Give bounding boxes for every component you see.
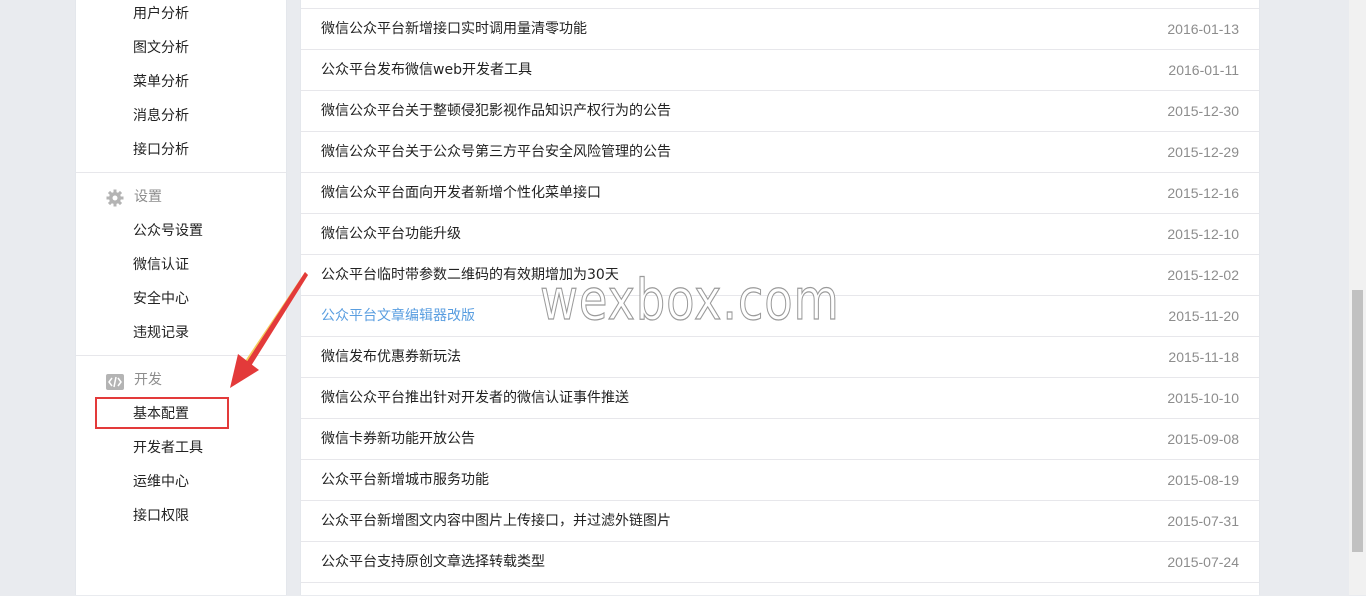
sidebar-item-article-analysis[interactable]: 图文分析 [133,31,189,65]
news-title[interactable]: 微信公众平台关于整顿侵犯影视作品知识产权行为的公告 [321,91,671,131]
sidebar-item-wechat-verification[interactable]: 微信认证 [133,248,189,282]
list-item[interactable]: 微信公众平台关于整顿侵犯影视作品知识产权行为的公告 2015-12-30 [301,90,1259,131]
settings-section-header: 设置 [106,182,162,212]
sidebar-item-ops-center[interactable]: 运维中心 [133,465,189,499]
list-item[interactable]: 微信公众平台推出针对开发者的微信认证事件推送 2015-10-10 [301,377,1259,418]
list-item[interactable]: 公众平台支持原创文章选择转载类型 2015-07-24 [301,541,1259,582]
news-title[interactable]: 公众平台新增图文内容中图片上传接口，并过滤外链图片 [321,501,671,541]
settings-section-title: 设置 [134,189,162,205]
news-title[interactable]: 微信公众平台推出针对开发者的微信认证事件推送 [321,378,629,418]
sidebar-item-violation-records[interactable]: 违规记录 [133,316,189,350]
news-title[interactable]: 公众平台新增城市服务功能 [321,460,489,500]
news-title[interactable]: 公众平台支持原创文章选择转载类型 [321,542,545,582]
news-date: 2015-12-16 [1167,185,1239,201]
list-item[interactable]: 微信公众平台面向开发者新增个性化菜单接口 2015-12-16 [301,172,1259,213]
divider [76,355,286,356]
news-title[interactable]: 微信公众平台面向开发者新增个性化菜单接口 [321,173,601,213]
news-title[interactable]: 微信公众平台新增接口实时调用量清零功能 [321,9,587,49]
news-date: 2015-12-30 [1167,103,1239,119]
news-date: 2015-12-10 [1167,226,1239,242]
sidebar-item-menu-analysis[interactable]: 菜单分析 [133,65,189,99]
sidebar-item-api-analysis[interactable]: 接口分析 [133,133,189,167]
code-icon [106,371,124,390]
sidebar: 用户分析 图文分析 菜单分析 消息分析 接口分析 设置 公众号设置 微信认证 安… [75,0,287,595]
news-title[interactable]: 公众平台文章编辑器改版 [321,296,475,336]
list-item[interactable]: 公众平台新增城市服务功能 2015-08-19 [301,459,1259,500]
divider [76,172,286,173]
news-date: 2015-08-19 [1167,472,1239,488]
news-title[interactable]: 微信卡券新功能开放公告 [321,419,475,459]
news-date: 2015-11-20 [1168,308,1239,324]
list-item[interactable]: 公众平台文章编辑器改版 2015-11-20 [301,295,1259,336]
news-date: 2016-01-13 [1167,21,1239,37]
news-title[interactable]: 微信公众平台功能升级 [321,214,461,254]
list-item[interactable]: 公众平台临时带参数二维码的有效期增加为30天 2015-12-02 [301,254,1259,295]
news-date: 2015-12-29 [1167,144,1239,160]
develop-section-title: 开发 [134,372,162,388]
list-item[interactable]: 微信公众平台新增接口实时调用量清零功能 2016-01-13 [301,8,1259,49]
list-item[interactable]: 微信公众平台功能升级 2015-12-10 [301,213,1259,254]
gear-icon [106,188,124,207]
news-date: 2015-07-24 [1167,554,1239,570]
news-title[interactable]: 微信发布优惠券新玩法 [321,337,461,377]
scrollbar-thumb[interactable] [1352,290,1363,552]
sidebar-item-api-permissions[interactable]: 接口权限 [133,499,189,533]
news-title[interactable]: 公众平台临时带参数二维码的有效期增加为30天 [321,255,619,295]
news-date: 2015-11-18 [1168,349,1239,365]
list-divider [301,582,1259,596]
sidebar-item-developer-tools[interactable]: 开发者工具 [133,431,203,465]
list-item[interactable]: 公众平台发布微信web开发者工具 2016-01-11 [301,49,1259,90]
sidebar-item-account-settings[interactable]: 公众号设置 [133,214,203,248]
list-item[interactable]: 公众平台新增图文内容中图片上传接口，并过滤外链图片 2015-07-31 [301,500,1259,541]
news-list-panel: 微信公众平台新增接口实时调用量清零功能 2016-01-13 公众平台发布微信we… [300,0,1260,595]
sidebar-item-message-analysis[interactable]: 消息分析 [133,99,189,133]
news-date: 2016-01-11 [1168,62,1239,78]
news-date: 2015-12-02 [1167,267,1239,283]
news-date: 2015-07-31 [1167,513,1239,529]
list-item[interactable]: 微信卡券新功能开放公告 2015-09-08 [301,418,1259,459]
sidebar-item-basic-config[interactable]: 基本配置 [133,397,189,431]
list-item[interactable]: 微信公众平台关于公众号第三方平台安全风险管理的公告 2015-12-29 [301,131,1259,172]
news-title[interactable]: 公众平台发布微信web开发者工具 [321,50,532,90]
list-item[interactable]: 微信发布优惠券新玩法 2015-11-18 [301,336,1259,377]
news-title[interactable]: 微信公众平台关于公众号第三方平台安全风险管理的公告 [321,132,671,172]
develop-section-header: 开发 [106,365,162,395]
sidebar-item-user-analysis[interactable]: 用户分析 [133,0,189,31]
sidebar-item-security-center[interactable]: 安全中心 [133,282,189,316]
scrollbar[interactable] [1349,0,1366,595]
news-date: 2015-10-10 [1167,390,1239,406]
news-date: 2015-09-08 [1167,431,1239,447]
